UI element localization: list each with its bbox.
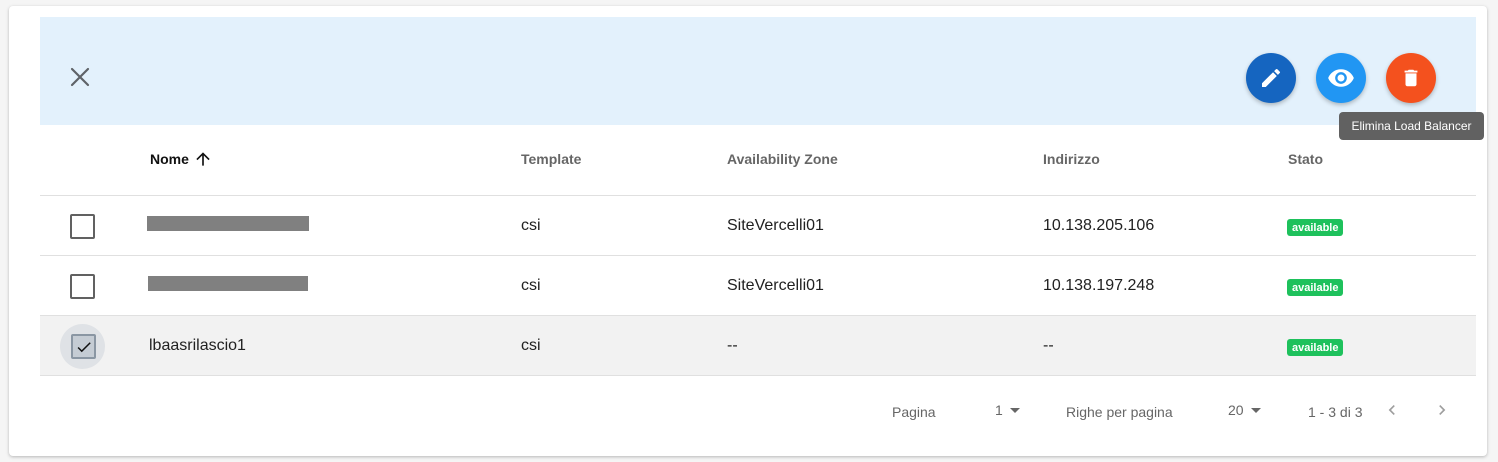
template-cell: csi <box>521 277 541 294</box>
load-balancer-table: Nome Template Availability Zone Indirizz… <box>40 125 1476 376</box>
chevron-right-icon <box>1439 405 1446 415</box>
eye-icon <box>1328 69 1354 87</box>
zone-cell: SiteVercelli01 <box>727 277 824 294</box>
caret-down-icon <box>1009 408 1020 413</box>
column-header-address[interactable]: Indirizzo <box>1043 151 1100 167</box>
close-selection-button[interactable] <box>64 61 96 93</box>
table-row[interactable]: lbaasrilascio1 csi -- -- available <box>40 316 1476 376</box>
column-header-template[interactable]: Template <box>521 151 581 167</box>
redacted-name <box>147 216 309 231</box>
zone-cell: SiteVercelli01 <box>727 217 824 234</box>
status-badge: available <box>1287 219 1344 236</box>
status-badge: available <box>1287 339 1344 356</box>
pagination: Pagina 1 Righe per pagina 20 1 - 3 di 3 <box>0 390 1498 434</box>
chevron-left-icon <box>1388 405 1395 415</box>
selection-toolbar <box>40 17 1476 125</box>
page-select[interactable]: 1 <box>995 402 1021 418</box>
template-cell: csi <box>521 337 541 354</box>
caret-down-icon <box>1250 408 1261 413</box>
view-button[interactable] <box>1316 53 1366 103</box>
address-cell: 10.138.205.106 <box>1043 217 1155 234</box>
page-range: 1 - 3 di 3 <box>1308 404 1363 420</box>
row-checkbox-checked[interactable] <box>71 334 96 359</box>
table-row[interactable]: csi SiteVercelli01 10.138.197.248 availa… <box>40 256 1476 316</box>
table-header: Nome Template Availability Zone Indirizz… <box>40 125 1476 196</box>
status-badge: available <box>1287 279 1344 296</box>
zone-cell: -- <box>727 337 738 354</box>
rows-per-page-select[interactable]: 20 <box>1228 402 1262 418</box>
pencil-icon <box>1262 68 1281 87</box>
rows-value: 20 <box>1228 402 1244 418</box>
arrow-up-icon <box>196 152 210 166</box>
address-cell: 10.138.197.248 <box>1043 277 1155 294</box>
next-page-button[interactable] <box>1432 400 1452 423</box>
column-header-zone[interactable]: Availability Zone <box>727 151 838 167</box>
close-icon <box>70 67 90 87</box>
previous-page-button[interactable] <box>1382 400 1402 423</box>
address-cell: -- <box>1043 337 1054 354</box>
column-header-nome[interactable]: Nome <box>150 149 213 169</box>
row-checkbox[interactable] <box>70 214 95 239</box>
delete-button[interactable] <box>1386 53 1436 103</box>
row-checkbox[interactable] <box>60 324 105 369</box>
page-value: 1 <box>995 402 1003 418</box>
name-cell: lbaasrilascio1 <box>149 337 246 354</box>
redacted-name <box>148 276 308 291</box>
column-header-status[interactable]: Stato <box>1288 151 1323 167</box>
edit-button[interactable] <box>1246 53 1296 103</box>
trash-icon <box>1404 69 1418 87</box>
delete-tooltip: Elimina Load Balancer <box>1339 112 1484 140</box>
check-icon <box>77 341 91 352</box>
table-row[interactable]: csi SiteVercelli01 10.138.205.106 availa… <box>40 196 1476 256</box>
rows-per-page-label: Righe per pagina <box>1066 404 1173 420</box>
column-label: Nome <box>150 151 189 167</box>
page-label: Pagina <box>892 404 936 420</box>
template-cell: csi <box>521 217 541 234</box>
row-checkbox[interactable] <box>70 274 95 299</box>
